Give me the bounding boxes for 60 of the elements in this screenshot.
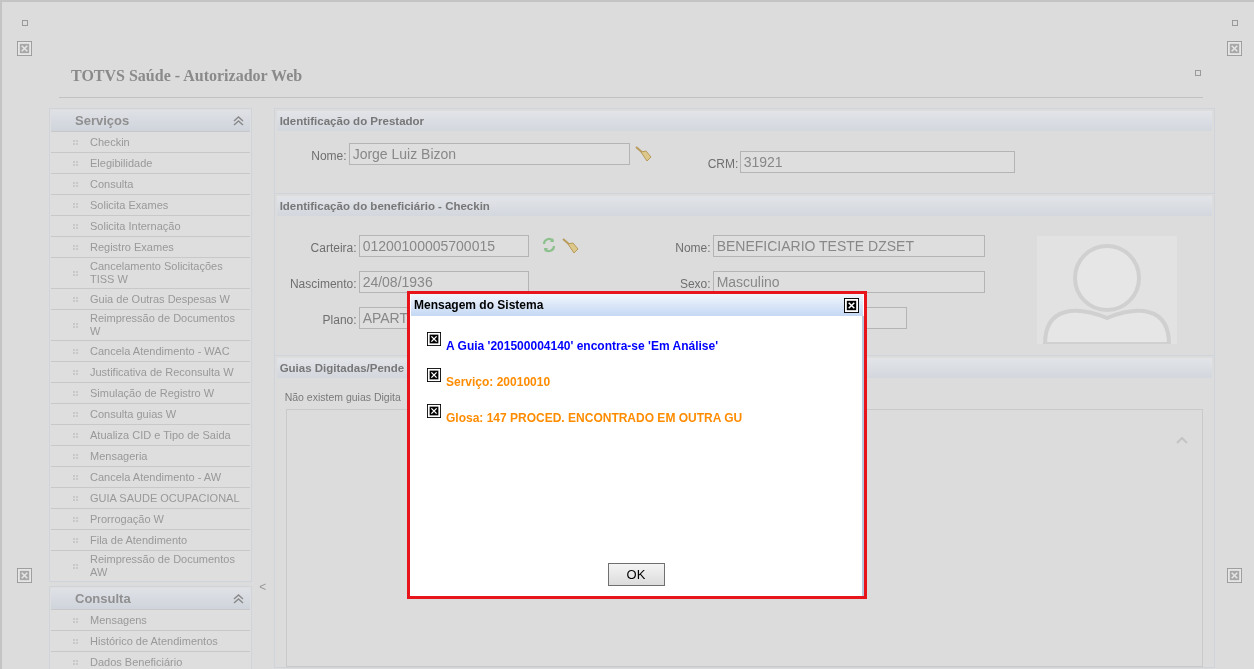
menu-item[interactable]: Registro Exames xyxy=(90,240,240,254)
dialog-title: Mensagem do Sistema xyxy=(414,297,544,314)
field-label: Plano: xyxy=(321,312,357,329)
empty-message: Não existem guias Digita xyxy=(284,390,401,405)
menu-item[interactable]: Mensageria xyxy=(90,449,240,463)
scroll-up-icon[interactable] xyxy=(1176,435,1188,444)
menu-heading: Serviços xyxy=(75,111,130,130)
menu-item[interactable]: Consulta xyxy=(90,177,240,191)
menu-item[interactable]: Solicita Exames xyxy=(90,198,240,212)
text-field[interactable]: 31921 xyxy=(739,151,1015,173)
text-field[interactable]: 01200100005700015 xyxy=(358,235,529,257)
field-label: Sexo: xyxy=(678,276,711,293)
text-field[interactable]: Masculino xyxy=(712,271,985,293)
menu-item[interactable]: Reimpressão de Documentos W xyxy=(90,312,240,338)
menu-item[interactable]: Checkin xyxy=(90,135,240,149)
menu-item[interactable]: Histórico de Atendimentos xyxy=(90,634,240,648)
menu-item[interactable]: Cancela Atendimento - WAC xyxy=(90,344,240,358)
broom-icon[interactable] xyxy=(633,145,652,163)
collapse-icon[interactable] xyxy=(232,593,244,604)
menu-heading: Consulta xyxy=(75,589,131,608)
menu-item[interactable]: Solicita Internação xyxy=(90,219,240,233)
section-header: Identificação do Prestador xyxy=(276,111,1212,131)
field-label: Nome: xyxy=(674,240,711,257)
text-field[interactable]: Jorge Luiz Bizon xyxy=(348,143,630,165)
text-field[interactable]: 24/08/1936 xyxy=(358,271,529,293)
refresh-icon[interactable] xyxy=(540,237,557,253)
menu-item[interactable]: Reimpressão de Documentos AW xyxy=(90,553,240,579)
menu-item[interactable]: Mensagens xyxy=(90,613,240,627)
app-title: TOTVS Saúde - Autorizador Web xyxy=(71,66,303,86)
menu-item[interactable]: Justificativa de Reconsulta W xyxy=(90,365,240,379)
error-icon[interactable] xyxy=(427,404,441,418)
menu-item[interactable]: Cancelamento Solicitações TISS W xyxy=(90,260,240,286)
message-text: Glosa: 147 PROCED. ENCONTRADO EM OUTRA GU xyxy=(446,410,743,427)
collapse-icon[interactable] xyxy=(232,115,244,126)
menu-item[interactable]: Dados Beneficiário xyxy=(90,655,240,669)
section-header: Identificação do beneficiário - Checkin xyxy=(276,196,1212,216)
error-icon[interactable] xyxy=(427,332,441,346)
field-label: Carteira: xyxy=(309,240,357,257)
collapse-handle[interactable]: < xyxy=(259,578,267,596)
field-label: Nascimento: xyxy=(288,276,357,293)
message-text: A Guia '201500004140' encontra-se 'Em Análise' xyxy=(446,338,718,355)
close-icon[interactable] xyxy=(844,297,859,313)
menu-item[interactable]: Atualiza CID e Tipo de Saida xyxy=(90,428,240,442)
menu-item[interactable]: Fila de Atendimento xyxy=(90,533,240,547)
broom-icon[interactable] xyxy=(560,237,579,255)
ok-button[interactable]: OK xyxy=(607,563,665,586)
handle-icon xyxy=(1231,20,1238,26)
text-field[interactable]: BENEFICIARIO TESTE DZSET xyxy=(712,235,985,257)
field-label: CRM: xyxy=(707,156,738,173)
menu-item[interactable]: Simulação de Registro W xyxy=(90,386,240,400)
handle-icon xyxy=(1195,70,1201,76)
menu-item[interactable]: Guia de Outras Despesas W xyxy=(90,292,240,306)
menu-item[interactable]: Elegibilidade xyxy=(90,156,240,170)
field-label: Nome: xyxy=(310,148,347,165)
menu-item[interactable]: Consulta guias W xyxy=(90,407,240,421)
menu-item[interactable]: GUIA SAUDE OCUPACIONAL xyxy=(90,491,240,505)
error-icon[interactable] xyxy=(427,368,441,382)
menu-item[interactable]: Prorrogação W xyxy=(90,512,240,526)
handle-icon xyxy=(21,20,28,26)
menu-item[interactable]: Cancela Atendimento - AW xyxy=(90,470,240,484)
